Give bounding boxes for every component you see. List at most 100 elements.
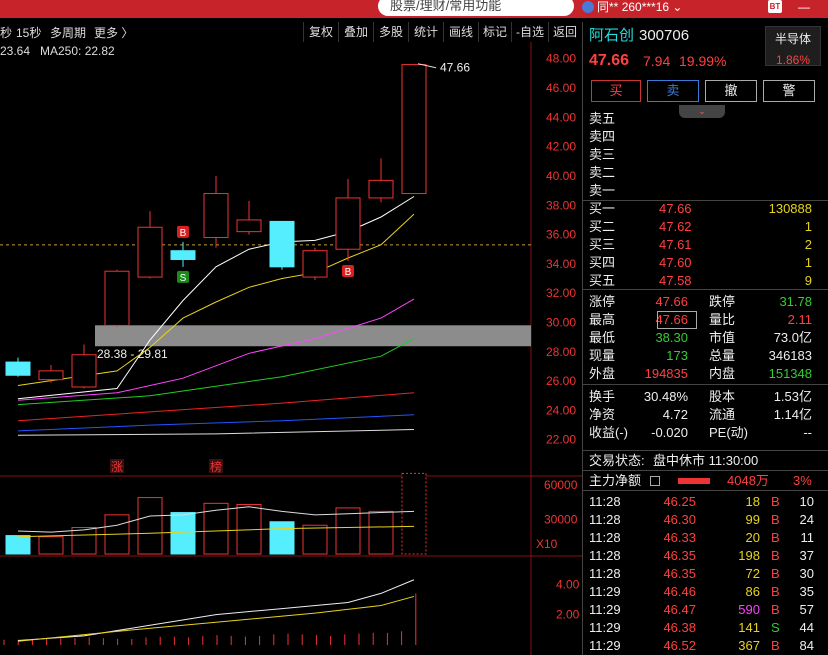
back-button[interactable]: 返回 (548, 22, 581, 42)
stat-流通-label: 流通 (709, 407, 736, 422)
tick-count: 24 (799, 512, 814, 527)
more-button[interactable]: 更多 〉 (94, 24, 133, 41)
tick-count: 35 (799, 584, 814, 599)
collapse-chevron-icon[interactable]: ⌄ (679, 105, 725, 118)
price-change: 7.94 (643, 53, 671, 69)
candle-body (104, 270, 130, 326)
y-tick-label: 30.00 (546, 316, 576, 330)
chart-toolbar: 秒 15秒 多周期 更多 〉 复权 叠加 多股 统计 画线 标记 -自选 返回 … (0, 22, 582, 58)
stat-量比-value: 2.11 (787, 312, 812, 327)
draw-line-button[interactable]: 画线 (443, 22, 478, 42)
candle-body (170, 250, 196, 260)
kline-chart[interactable]: 48.00 46.00 44.00 42.00 40.00 38.00 36.00 34.00… (0, 0, 582, 655)
volume-bar (71, 527, 97, 555)
period-fast[interactable]: 秒 (0, 24, 12, 41)
minimize-button[interactable]: — (798, 0, 810, 14)
y-tick-label: 26.00 (546, 374, 576, 388)
y-tick-label: 22.00 (546, 433, 576, 447)
cancel-order-button[interactable]: 撤 (705, 80, 757, 102)
tick-volume: 72 (745, 566, 760, 581)
tick-time: 11:29 (589, 638, 621, 653)
tick-side: B (771, 566, 780, 581)
candle-body (269, 220, 295, 268)
ask-level-label: 卖三 (589, 147, 616, 162)
bid-price[interactable]: 47.62 (659, 218, 692, 236)
stats-button[interactable]: 统计 (408, 22, 443, 42)
tick-volume: 198 (738, 548, 760, 563)
bid-price[interactable]: 47.66 (659, 200, 692, 218)
bid-price[interactable]: 47.58 (659, 272, 692, 290)
tick-side: B (771, 638, 780, 653)
tick-time: 11:28 (589, 548, 621, 563)
gap-band (95, 325, 531, 347)
tick-price: 46.35 (663, 548, 696, 563)
stat-换手-value: 30.48% (643, 389, 688, 404)
tick-count: 84 (799, 638, 814, 653)
stat-外盘-value: 194835 (644, 366, 688, 381)
stat-总量-label: 总量 (709, 348, 736, 363)
mark-button[interactable]: 标记 (478, 22, 511, 42)
candle-body (71, 354, 97, 388)
stat-最低-label: 最低 (589, 330, 616, 345)
stat-净资-label: 净资 (589, 407, 616, 422)
volume-unit: X10 (536, 537, 558, 551)
buy-button[interactable]: 买 (591, 80, 641, 102)
user-name: 同** (597, 0, 619, 14)
tick-side: B (771, 584, 780, 599)
bid-price[interactable]: 47.61 (659, 236, 692, 254)
tick-price: 46.52 (663, 638, 696, 653)
y-tick-label: 36.00 (546, 228, 576, 242)
tick-price: 46.47 (663, 602, 696, 617)
bid-level-label: 买一 (589, 201, 616, 216)
stat-收益-value: -0.020 (651, 425, 688, 440)
candle-body (5, 361, 31, 376)
stat-跌停-value: 31.78 (779, 294, 812, 309)
quote-panel: 阿石创 300706 半导体 1.86% 47.66 7.94 19.99% 买… (582, 22, 828, 655)
tick-volume: 367 (738, 638, 760, 653)
tick-count: 11 (800, 530, 815, 545)
tick-price: 46.25 (663, 494, 696, 509)
event-tag-label: 榜 (210, 459, 222, 474)
y-tick-label: 38.00 (546, 198, 576, 212)
trade-marker-label: S (180, 273, 187, 284)
tick-count: 30 (799, 566, 814, 581)
stat-跌停-label: 跌停 (709, 294, 736, 309)
tick-count: 10 (799, 494, 814, 509)
y-tick-label: 44.00 (546, 110, 576, 124)
tick-side: S (771, 620, 780, 635)
alert-button[interactable]: 警 (763, 80, 815, 102)
candle-body (401, 64, 427, 195)
stat-净资-value: 4.72 (662, 407, 688, 422)
stock-code: 300706 (639, 27, 690, 44)
multi-stock-button[interactable]: 多股 (373, 22, 408, 42)
bid-level-label: 买四 (589, 255, 616, 270)
stat-收益-label: 收益(-) (589, 425, 628, 440)
bt-icon[interactable]: BT (768, 0, 782, 13)
stat-现量-value: 173 (666, 348, 688, 363)
sector-box[interactable]: 半导体 1.86% (765, 26, 821, 67)
list-icon[interactable] (650, 476, 660, 486)
account-id: 260***16 (621, 0, 670, 14)
period-15s[interactable]: 15秒 (16, 24, 41, 41)
sell-button[interactable]: 卖 (647, 80, 699, 102)
ask-level-label: 卖一 (589, 183, 616, 198)
stat-市值-value: 73.0亿 (773, 330, 812, 345)
sector-name: 半导体 (774, 32, 811, 46)
high-price-highlight (657, 311, 697, 329)
tick-volume: 590 (738, 602, 760, 617)
tick-time: 11:28 (589, 494, 621, 509)
tick-price: 46.30 (663, 512, 696, 527)
bid-volume: 130888 (768, 201, 812, 216)
user-account[interactable]: 同** 260***16 ⌄ (582, 0, 682, 14)
tick-side: B (771, 602, 780, 617)
multi-period-button[interactable]: 多周期 (50, 24, 86, 41)
adjust-button[interactable]: 复权 (303, 22, 338, 42)
ma60-line (17, 392, 415, 422)
stat-最低-value: 38.30 (655, 330, 688, 345)
ma250-line (17, 429, 415, 436)
volume-bar (137, 497, 163, 555)
overlay-button[interactable]: 叠加 (338, 22, 373, 42)
watchlist-remove-button[interactable]: -自选 (511, 22, 548, 42)
candle-body (203, 193, 229, 239)
bid-price[interactable]: 47.60 (659, 254, 692, 272)
